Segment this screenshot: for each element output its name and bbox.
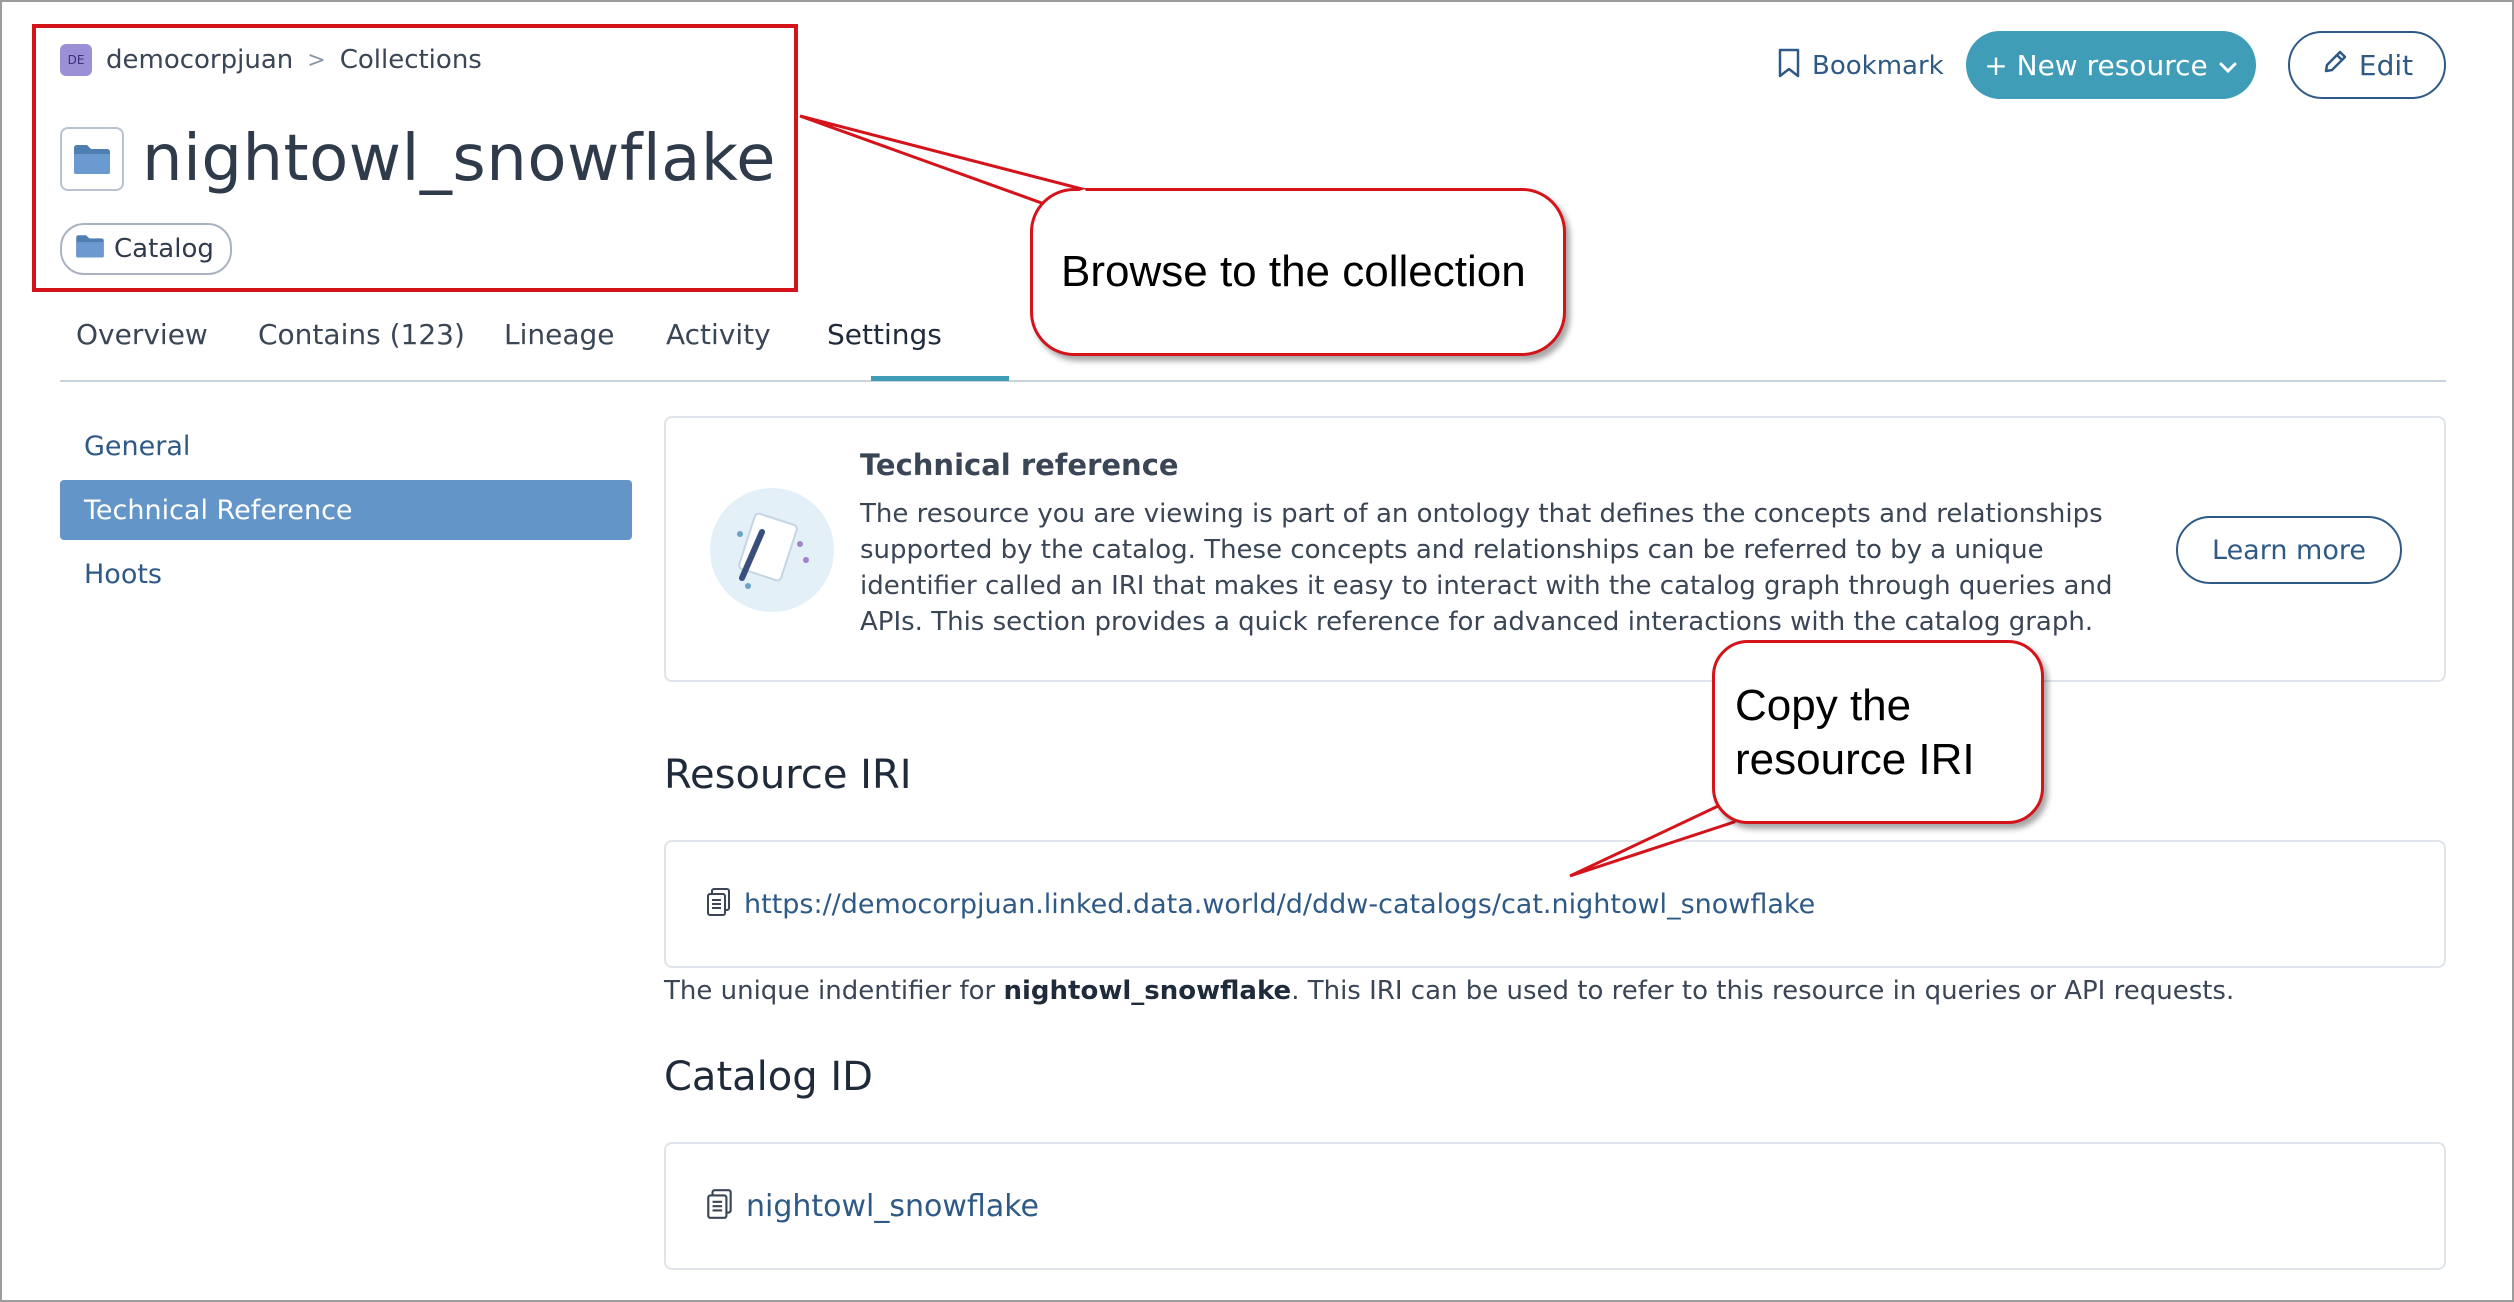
catalog-id-box: nightowl_snowflake — [664, 1142, 2446, 1270]
pencil-icon — [2321, 48, 2349, 83]
callout-copy-line2: resource IRI — [1735, 735, 1975, 784]
chevron-down-icon — [2218, 49, 2238, 82]
settings-nav-technical-reference[interactable]: Technical Reference — [60, 480, 632, 540]
technical-reference-title: Technical reference — [860, 448, 1179, 482]
learn-more-button[interactable]: Learn more — [2176, 516, 2402, 584]
tab-lineage[interactable]: Lineage — [504, 318, 615, 351]
resource-iri-link[interactable]: https://democorpjuan.linked.data.world/d… — [744, 889, 1815, 920]
iri-desc-resource-name: nightowl_snowflake — [1003, 976, 1292, 1006]
iri-desc-suffix: . This IRI can be used to refer to this … — [1291, 976, 2235, 1006]
copy-icon[interactable] — [706, 1188, 734, 1224]
bookmark-label: Bookmark — [1812, 51, 1944, 81]
bookmark-icon — [1776, 47, 1802, 86]
annotation-highlight-box — [32, 24, 798, 292]
tab-settings[interactable]: Settings — [827, 318, 942, 351]
notebook-illustration-icon — [710, 488, 834, 612]
bookmark-button[interactable]: Bookmark — [1776, 40, 1944, 92]
settings-nav-hoots[interactable]: Hoots — [60, 544, 632, 604]
copy-icon[interactable] — [706, 887, 732, 921]
annotation-callout-browse: Browse to the collection — [1030, 188, 1566, 356]
edit-label: Edit — [2358, 48, 2414, 82]
resource-iri-description: The unique indentifier for nightowl_snow… — [664, 976, 2234, 1006]
tab-contains[interactable]: Contains (123) — [258, 318, 465, 351]
technical-reference-text: The resource you are viewing is part of … — [860, 499, 2113, 637]
catalog-id-heading: Catalog ID — [664, 1054, 873, 1100]
callout-copy-line1: Copy the — [1735, 681, 1912, 730]
iri-desc-prefix: The unique indentifier for — [664, 976, 1004, 1006]
annotation-callout-copy-iri: Copy the resource IRI — [1712, 640, 2044, 824]
tab-activity[interactable]: Activity — [666, 318, 771, 351]
active-tab-indicator — [871, 376, 1009, 381]
resource-iri-heading: Resource IRI — [664, 752, 912, 798]
edit-button[interactable]: Edit — [2288, 31, 2446, 99]
tab-overview[interactable]: Overview — [76, 318, 208, 351]
settings-nav-general[interactable]: General — [60, 416, 632, 476]
technical-reference-card: Technical reference The resource you are… — [664, 416, 2446, 682]
new-resource-button[interactable]: + New resource — [1966, 31, 2256, 99]
catalog-id-link[interactable]: nightowl_snowflake — [746, 1189, 1039, 1224]
resource-iri-box: https://democorpjuan.linked.data.world/d… — [664, 840, 2446, 968]
new-resource-label: + New resource — [1984, 48, 2208, 82]
